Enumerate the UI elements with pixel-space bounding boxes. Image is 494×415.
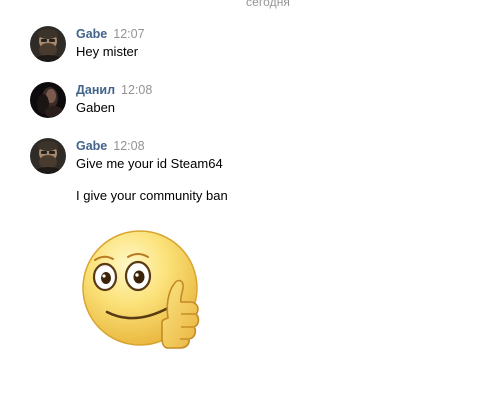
gabe-avatar[interactable] (30, 138, 66, 174)
message-text: Give me your id Steam64 (76, 156, 223, 171)
message-text: Gaben (76, 100, 116, 115)
message-time[interactable]: 12:08 (121, 83, 152, 97)
author-name[interactable]: Gabe (76, 27, 107, 41)
danil-avatar-image (30, 82, 66, 118)
message-item: Данил 12:08 Gaben (30, 82, 470, 122)
thumbs-up-smiley-sticker[interactable] (82, 226, 202, 351)
chat-history: сегодня Gabe 12:07 Hey mister Данил 12:0… (0, 0, 494, 415)
message-item: Gabe 12:07 Hey mister (30, 26, 470, 66)
author-name[interactable]: Данил (76, 83, 115, 97)
date-separator: сегодня (246, 0, 291, 9)
message-time[interactable]: 12:07 (113, 27, 144, 41)
smiley-icon (82, 230, 200, 349)
message-text: I give your community ban (76, 188, 228, 203)
message-header: Gabe 12:08 (76, 138, 145, 154)
gabe-avatar-image (30, 138, 66, 174)
message-header: Gabe 12:07 (76, 26, 145, 42)
message-text: Hey mister (76, 44, 139, 59)
danil-avatar[interactable] (30, 82, 66, 118)
author-name[interactable]: Gabe (76, 139, 107, 153)
message-item: Gabe 12:08 Give me your id Steam64 I give… (30, 138, 470, 368)
gabe-avatar-image (30, 26, 66, 62)
message-time[interactable]: 12:08 (113, 139, 144, 153)
gabe-avatar[interactable] (30, 26, 66, 62)
message-header: Данил 12:08 (76, 82, 152, 98)
